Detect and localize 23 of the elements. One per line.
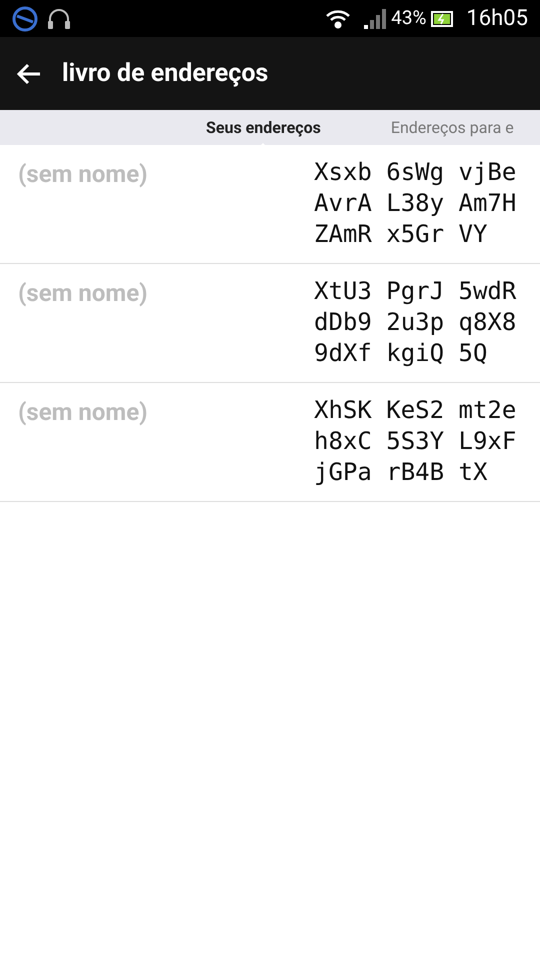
signal-icon bbox=[363, 8, 388, 30]
address-line: 9dXf kgiQ 5Q bbox=[314, 338, 488, 369]
headphones-icon bbox=[46, 6, 72, 30]
tab[interactable]: Seus endereços bbox=[206, 116, 321, 140]
address-line: AvrA L38y Am7H bbox=[314, 188, 516, 219]
address-line: dDb9 2u3p q8X8 bbox=[314, 307, 516, 338]
address-line: Xsxb 6sWg vjBe bbox=[314, 157, 516, 188]
address-name: (sem nome) bbox=[18, 397, 149, 428]
battery-percent: 43% bbox=[391, 5, 426, 32]
address-line: jGPa rB4B tX bbox=[314, 457, 488, 488]
back-arrow-icon[interactable] bbox=[16, 62, 42, 86]
screen-title: livro de endereços bbox=[62, 58, 268, 90]
wifi-icon bbox=[325, 8, 352, 30]
address-line: h8xC 5S3Y L9xF bbox=[314, 426, 516, 457]
address-name: (sem nome) bbox=[18, 159, 149, 190]
address-line: ZAmR x5Gr VY bbox=[314, 219, 488, 250]
clock: 16h05 bbox=[466, 5, 528, 33]
address-line: XtU3 PgrJ 5wdR bbox=[314, 276, 516, 307]
tab[interactable]: Endereços para e bbox=[390, 116, 514, 140]
address-line: XhSK KeS2 mt2e bbox=[314, 395, 516, 426]
app-logo-icon bbox=[12, 6, 38, 32]
battery-icon bbox=[430, 10, 454, 28]
address-name: (sem nome) bbox=[18, 278, 149, 309]
